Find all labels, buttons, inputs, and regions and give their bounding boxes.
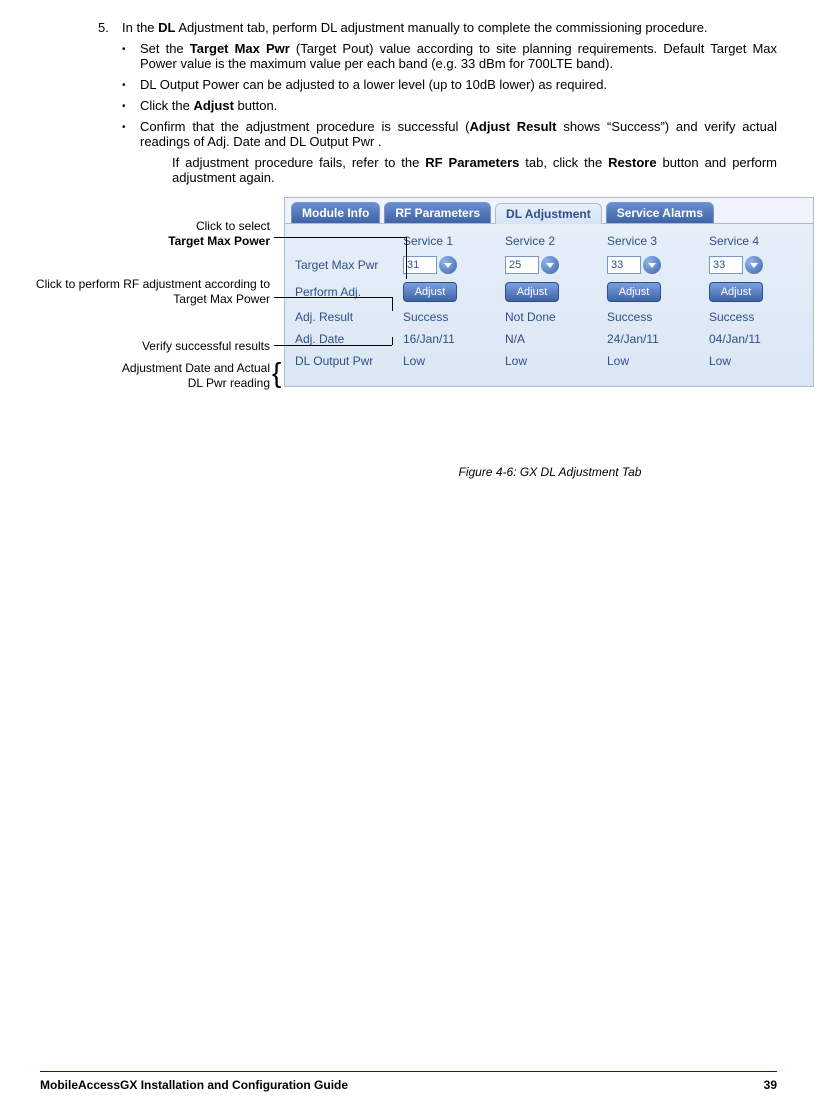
tab-bar: Module Info RF Parameters DL Adjustment … (285, 198, 813, 224)
row-label-target: Target Max Pwr (295, 258, 395, 272)
adj-date-2: N/A (505, 332, 599, 346)
bullet-text: Confirm that the adjustment procedure is… (140, 119, 777, 149)
sub-note: If adjustment procedure fails, refer to … (172, 155, 777, 185)
tab-rf-parameters[interactable]: RF Parameters (384, 202, 491, 223)
footer-title: MobileAccessGX Installation and Configur… (40, 1078, 348, 1092)
page-number: 39 (764, 1078, 777, 1092)
bullet-icon: • (122, 119, 140, 149)
dl-output-1: Low (403, 354, 497, 368)
dl-output-4: Low (709, 354, 803, 368)
bullet-icon: • (122, 77, 140, 92)
dropdown-icon[interactable] (643, 256, 661, 274)
col-header: Service 4 (709, 234, 803, 248)
bullet-text: Set the Target Max Pwr (Target Pout) val… (140, 41, 777, 71)
dropdown-icon[interactable] (541, 256, 559, 274)
adj-result-1: Success (403, 310, 497, 324)
brace-icon: { (272, 359, 281, 387)
adj-date-3: 24/Jan/11 (607, 332, 701, 346)
dropdown-icon[interactable] (745, 256, 763, 274)
tab-service-alarms[interactable]: Service Alarms (606, 202, 714, 223)
adjust-button-3[interactable]: Adjust (607, 282, 661, 302)
dl-output-2: Low (505, 354, 599, 368)
adj-date-4: 04/Jan/11 (709, 332, 803, 346)
adj-result-2: Not Done (505, 310, 599, 324)
annotation-target-max-pwr: Click to select Target Max Power (168, 219, 270, 249)
annotation-perform-adj: Click to perform RF adjustment according… (30, 277, 270, 307)
row-label-result: Adj. Result (295, 310, 395, 324)
adj-result-3: Success (607, 310, 701, 324)
step-text: In the DL Adjustment tab, perform DL adj… (122, 20, 777, 35)
col-header: Service 1 (403, 234, 497, 248)
target-max-pwr-input-1[interactable] (403, 256, 437, 274)
target-max-pwr-input-3[interactable] (607, 256, 641, 274)
col-header: Service 2 (505, 234, 599, 248)
row-label-date: Adj. Date (295, 332, 395, 346)
annotation-date-pwr: Adjustment Date and Actual DL Pwr readin… (122, 361, 270, 391)
bullet-text: Click the Adjust button. (140, 98, 777, 113)
bullet-icon: • (122, 41, 140, 71)
step-number: 5. (98, 20, 122, 35)
annotation-verify-results: Verify successful results (142, 339, 270, 354)
adjust-button-1[interactable]: Adjust (403, 282, 457, 302)
adjust-button-4[interactable]: Adjust (709, 282, 763, 302)
adj-result-4: Success (709, 310, 803, 324)
tab-module-info[interactable]: Module Info (291, 202, 380, 223)
bullet-text: DL Output Power can be adjusted to a low… (140, 77, 777, 92)
dropdown-icon[interactable] (439, 256, 457, 274)
dl-adjustment-panel: Module Info RF Parameters DL Adjustment … (284, 197, 814, 387)
adj-date-1: 16/Jan/11 (403, 332, 497, 346)
col-header: Service 3 (607, 234, 701, 248)
target-max-pwr-input-2[interactable] (505, 256, 539, 274)
figure-caption: Figure 4-6: GX DL Adjustment Tab (290, 465, 810, 479)
target-max-pwr-input-4[interactable] (709, 256, 743, 274)
bullet-icon: • (122, 98, 140, 113)
tab-dl-adjustment[interactable]: DL Adjustment (495, 203, 602, 224)
dl-output-3: Low (607, 354, 701, 368)
row-label-output: DL Output Pwr (295, 354, 395, 368)
adjust-button-2[interactable]: Adjust (505, 282, 559, 302)
